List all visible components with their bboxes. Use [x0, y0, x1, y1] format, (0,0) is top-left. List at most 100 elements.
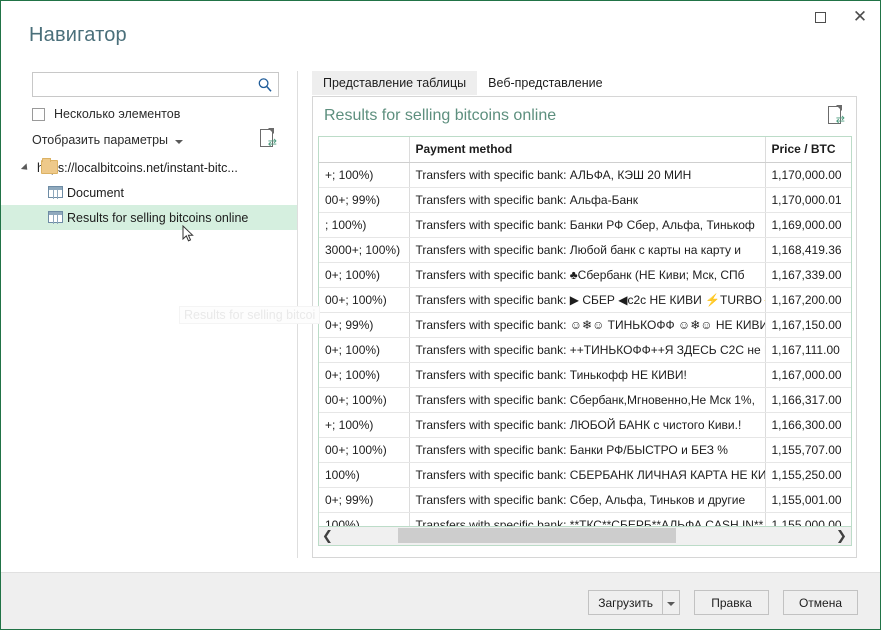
preview-title: Results for selling bitcoins online [324, 107, 557, 124]
tree-item-root[interactable]: https://localbitcoins.net/instant-bitc..… [1, 155, 297, 180]
table-cell: Transfers with specific bank: Тинькофф Н… [409, 362, 766, 388]
table-cell: Transfers with specific bank: Любой банк… [409, 237, 766, 263]
action-buttons: Загрузить Правка Отмена [588, 590, 858, 615]
table-header-cell[interactable] [319, 137, 410, 163]
tree-item-document[interactable]: Document [1, 180, 297, 205]
close-button[interactable]: ✕ [840, 1, 880, 33]
table-row[interactable]: 00+; 100%) Transfers with specific bank: … [319, 437, 851, 463]
preview-table: Payment method Price / BTC +; 100%) Transf… [319, 137, 851, 526]
cancel-button[interactable]: Отмена [783, 590, 858, 615]
table-row[interactable]: 0+; 100%) Transfers with specific bank: Т… [319, 362, 851, 388]
table-row[interactable]: 100%) Transfers with specific bank: **ТКС… [319, 512, 851, 526]
table-cell: Transfers with specific bank: СБЕРБАНК Л… [409, 462, 766, 488]
maximize-button[interactable] [800, 1, 840, 33]
table-cell: Transfers with specific bank: Альфа-Банк [409, 187, 766, 213]
edit-button[interactable]: Правка [694, 590, 769, 615]
expand-arrow-icon[interactable] [20, 163, 31, 173]
table-row[interactable]: 0+; 99%) Transfers with specific bank: Сб… [319, 487, 851, 513]
table-cell: 1,167,200.00 [765, 287, 851, 313]
table-row[interactable]: +; 100%) Transfers with specific bank: ЛЮ… [319, 412, 851, 438]
table-cell: 1,167,339.00 [765, 262, 851, 288]
close-icon: ✕ [852, 6, 868, 27]
chevron-down-icon [175, 139, 184, 144]
window-controls: ✕ [800, 1, 880, 33]
mouse-cursor [182, 225, 194, 242]
table-row[interactable]: 00+; 100%) Transfers with specific bank: … [319, 287, 851, 313]
table-cell: 0+; 99%) [319, 487, 410, 513]
tree-item-label: https://localbitcoins.net/instant-bitc..… [37, 160, 238, 175]
table-cell: 00+; 100%) [319, 287, 410, 313]
table-row[interactable]: ; 100%) Transfers with specific bank: Бан… [319, 212, 851, 238]
table-row[interactable]: +; 100%) Transfers with specific bank: АЛ… [319, 162, 851, 188]
display-options-dropdown[interactable]: Отобразить параметры [32, 133, 184, 147]
table-cell: Transfers with specific bank: ++ТИНЬКОФФ… [409, 337, 766, 363]
footer-bar: Загрузить Правка Отмена [1, 572, 880, 629]
table-row[interactable]: 0+; 99%) Transfers with specific bank: ☺❄… [319, 312, 851, 338]
table-cell: 1,169,000.00 [765, 212, 851, 238]
multiple-items-row[interactable]: Несколько элементов [32, 107, 180, 121]
search-icon[interactable] [257, 77, 273, 93]
search-input[interactable] [38, 73, 253, 96]
refresh-button-left[interactable]: ⇄ [260, 128, 277, 149]
navigation-tree: https://localbitcoins.net/instant-bitc..… [1, 155, 297, 230]
scroll-right-button[interactable]: ❯ [833, 528, 850, 545]
tree-item-tooltip: Results for selling bitcoi [179, 306, 321, 324]
table-cell: Transfers with specific bank: Банки РФ С… [409, 212, 766, 238]
table-cell: 100%) [319, 512, 410, 526]
table-row[interactable]: 00+; 99%) Transfers with specific bank: А… [319, 187, 851, 213]
tab-bar: Представление таблицы Веб-представление [312, 71, 614, 95]
table-cell: 3000+; 100%) [319, 237, 410, 263]
tree-item-label: Document [67, 185, 124, 200]
table-cell: ; 100%) [319, 212, 410, 238]
left-panel: Несколько элементов Отобразить параметры… [1, 63, 321, 558]
tree-item-results[interactable]: Results for selling bitcoins online [1, 205, 297, 230]
table-cell: 1,155,250.00 [765, 462, 851, 488]
table-row[interactable]: 0+; 100%) Transfers with specific bank: ♣… [319, 262, 851, 288]
navigator-dialog: ✕ Навигатор Несколько элементов Отобрази… [0, 0, 881, 630]
tab-label: Веб-представление [488, 76, 603, 90]
load-button[interactable]: Загрузить [588, 590, 662, 615]
table-cell: 1,166,317.00 [765, 387, 851, 413]
table-cell: 1,168,419.36 [765, 237, 851, 263]
chevron-down-icon [667, 602, 675, 606]
document-refresh-icon: ⇄ [260, 128, 277, 149]
table-cell: +; 100%) [319, 162, 410, 188]
tab-table-view[interactable]: Представление таблицы [312, 71, 478, 95]
table-cell: 1,167,000.00 [765, 362, 851, 388]
table-cell: Transfers with specific bank: **ТКС**СБЕ… [409, 512, 766, 526]
scroll-left-button[interactable]: ❮ [319, 528, 336, 545]
horizontal-scrollbar[interactable]: ❮ ❯ [318, 527, 852, 546]
table-header-cell[interactable]: Payment method [409, 137, 766, 163]
table-cell: 1,166,300.00 [765, 412, 851, 438]
table-body: +; 100%) Transfers with specific bank: АЛ… [319, 162, 851, 526]
table-row[interactable]: 100%) Transfers with specific bank: СБЕРБ… [319, 462, 851, 488]
table-cell: 100%) [319, 462, 410, 488]
tab-web-view[interactable]: Веб-представление [477, 71, 613, 95]
tree-item-label: Results for selling bitcoins online [67, 210, 249, 225]
table-row[interactable]: 00+; 100%) Transfers with specific bank: … [319, 387, 851, 413]
load-split-button[interactable]: Загрузить [588, 590, 680, 615]
load-dropdown-button[interactable] [662, 590, 680, 615]
title-bar: ✕ [1, 1, 880, 33]
table-row[interactable]: 0+; 100%) Transfers with specific bank: +… [319, 337, 851, 363]
search-box[interactable] [32, 72, 279, 97]
table-cell: Transfers with specific bank: ♣Сбербанк … [409, 262, 766, 288]
right-panel: Представление таблицы Веб-представление … [312, 71, 857, 558]
table-row[interactable]: 3000+; 100%) Transfers with specific bank… [319, 237, 851, 263]
folder-icon [41, 158, 58, 174]
table-cell: Transfers with specific bank: ЛЮБОЙ БАНК… [409, 412, 766, 438]
table-header-row: Payment method Price / BTC [319, 137, 851, 163]
table-header-cell[interactable]: Price / BTC [765, 137, 851, 163]
table-icon [48, 211, 63, 224]
tab-label: Представление таблицы [323, 76, 467, 90]
table-cell: 1,170,000.00 [765, 162, 851, 188]
refresh-button-right[interactable]: ⇄ [828, 105, 845, 126]
scrollbar-thumb[interactable] [398, 528, 676, 543]
table-cell: 00+; 100%) [319, 437, 410, 463]
multiple-items-checkbox[interactable] [32, 107, 45, 121]
table-cell: 1,155,707.00 [765, 437, 851, 463]
table-cell: 1,170,000.01 [765, 187, 851, 213]
table-cell: 0+; 100%) [319, 262, 410, 288]
table-cell: 1,167,150.00 [765, 312, 851, 338]
document-refresh-icon: ⇄ [828, 105, 845, 126]
